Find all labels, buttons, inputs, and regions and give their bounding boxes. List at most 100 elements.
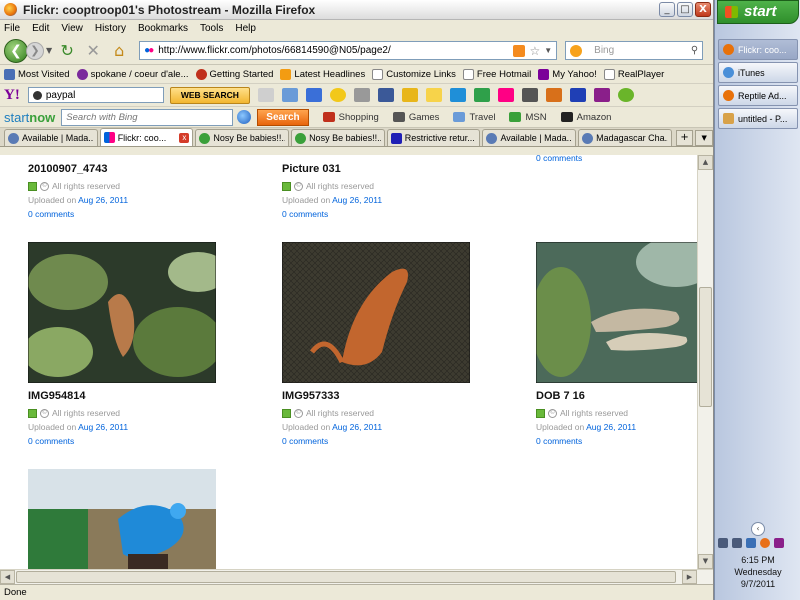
globe-icon[interactable] bbox=[237, 110, 252, 124]
stop-icon[interactable]: ✕ bbox=[83, 41, 103, 61]
taskbar-item-itunes[interactable]: iTunes bbox=[718, 62, 798, 83]
startnow-logo[interactable]: startnow bbox=[4, 110, 55, 125]
bookmark-item[interactable]: Customize Links bbox=[372, 68, 456, 80]
bookmark-item[interactable]: Free Hotmail bbox=[462, 68, 531, 80]
tab-available-madagascar-2[interactable]: Available | Mada... bbox=[482, 129, 577, 146]
antivirus-icon[interactable] bbox=[760, 538, 770, 548]
history-dropdown-icon[interactable]: ▼ bbox=[46, 46, 52, 55]
tray-app-icon[interactable] bbox=[774, 538, 784, 548]
bing-search-input[interactable] bbox=[61, 108, 234, 126]
menu-view[interactable]: View bbox=[61, 23, 83, 34]
bookmark-item[interactable]: Getting Started bbox=[195, 68, 273, 80]
minimize-button[interactable]: _ bbox=[659, 2, 675, 17]
url-dropdown-icon[interactable]: ▼ bbox=[544, 46, 552, 55]
scroll-down-icon[interactable]: ▼ bbox=[698, 554, 713, 569]
scroll-up-icon[interactable]: ▲ bbox=[698, 155, 713, 170]
amazon-link[interactable]: Amazon bbox=[560, 112, 611, 123]
bookmark-item[interactable]: Most Visited bbox=[4, 68, 70, 80]
yahoo-search-input[interactable]: paypal bbox=[27, 87, 164, 103]
toolbar-tool-icon[interactable] bbox=[569, 88, 586, 102]
home-icon[interactable]: ⌂ bbox=[109, 41, 129, 61]
upload-date-link[interactable]: Aug 26, 2011 bbox=[586, 422, 636, 432]
photo-title[interactable]: 20100907_4743 bbox=[28, 163, 228, 175]
scrollbar-thumb[interactable] bbox=[699, 287, 712, 407]
bookmark-item[interactable]: RealPlayer bbox=[603, 68, 664, 80]
travel-link[interactable]: Travel bbox=[453, 112, 495, 123]
photo-thumbnail[interactable] bbox=[28, 469, 216, 569]
settings-gear-icon[interactable] bbox=[617, 88, 634, 102]
flickr-icon[interactable] bbox=[497, 88, 514, 102]
menu-file[interactable]: File bbox=[4, 23, 20, 34]
tab-flickr[interactable]: Flickr: coo... x bbox=[99, 128, 194, 146]
tab-madagascar-chameleons[interactable]: Madagascar Cha... bbox=[578, 129, 672, 146]
new-tab-button[interactable]: + bbox=[675, 130, 694, 146]
tab-nosy-be-2[interactable]: Nosy Be babies!!... bbox=[291, 129, 385, 146]
start-button[interactable]: start bbox=[717, 0, 799, 24]
toolbar-tool-icon[interactable] bbox=[521, 88, 538, 102]
web-search-button[interactable]: WEB SEARCH bbox=[169, 86, 250, 104]
search-button[interactable]: Search bbox=[257, 108, 309, 126]
forward-button[interactable]: ❯ bbox=[26, 41, 44, 60]
toolbar-tool-icon[interactable] bbox=[281, 88, 298, 102]
menu-edit[interactable]: Edit bbox=[32, 23, 49, 34]
volume-icon[interactable] bbox=[746, 538, 756, 548]
bookmark-item[interactable]: My Yahoo! bbox=[538, 68, 597, 80]
network-icon[interactable] bbox=[718, 538, 728, 548]
photo-title[interactable]: IMG957333 bbox=[282, 390, 482, 402]
search-magnifier-icon[interactable]: ⚲ bbox=[691, 45, 698, 56]
mail-icon[interactable] bbox=[305, 88, 322, 102]
toolbar-tool-icon[interactable] bbox=[593, 88, 610, 102]
shopping-link[interactable]: Shopping bbox=[322, 112, 379, 123]
smiley-icon[interactable] bbox=[329, 88, 346, 102]
horizontal-scrollbar[interactable]: ◀ ▶ bbox=[0, 569, 713, 584]
comments-link[interactable]: 0 comments bbox=[28, 436, 228, 446]
menu-help[interactable]: Help bbox=[235, 23, 256, 34]
menu-history[interactable]: History bbox=[95, 23, 126, 34]
upload-date-link[interactable]: Aug 26, 2011 bbox=[332, 422, 382, 432]
comments-link[interactable]: 0 comments bbox=[28, 209, 228, 219]
comments-link[interactable]: 0 comments bbox=[536, 155, 697, 163]
comments-link[interactable]: 0 comments bbox=[282, 209, 482, 219]
show-hidden-icons-chevron-icon[interactable]: ‹ bbox=[751, 522, 765, 536]
taskbar-item-firefox[interactable]: Flickr: coo... bbox=[718, 39, 798, 60]
facebook-icon[interactable] bbox=[377, 88, 394, 102]
photo-thumbnail[interactable] bbox=[536, 242, 697, 383]
search-box[interactable]: Bing ⚲ bbox=[565, 41, 704, 60]
toolbar-tool-icon[interactable] bbox=[401, 88, 418, 102]
tab-restrictive-return[interactable]: Restrictive retur... bbox=[386, 129, 481, 146]
menu-bookmarks[interactable]: Bookmarks bbox=[138, 23, 188, 34]
tab-list-dropdown-icon[interactable]: ▼ bbox=[695, 130, 713, 146]
comments-link[interactable]: 0 comments bbox=[536, 436, 697, 446]
taskbar-item-paint[interactable]: untitled - P... bbox=[718, 108, 798, 129]
taskbar-clock[interactable]: 6:15 PM Wednesday 9/7/2011 bbox=[715, 554, 800, 590]
scrollbar-thumb[interactable] bbox=[16, 571, 676, 583]
games-link[interactable]: Games bbox=[392, 112, 439, 123]
toolbar-tool-icon[interactable] bbox=[257, 88, 274, 102]
toolbar-tool-icon[interactable] bbox=[425, 88, 442, 102]
photo-thumbnail[interactable] bbox=[282, 242, 470, 383]
search-engine-icon[interactable] bbox=[570, 44, 583, 57]
upload-date-link[interactable]: Aug 26, 2011 bbox=[78, 422, 128, 432]
toolbar-tool-icon[interactable] bbox=[473, 88, 490, 102]
vertical-scrollbar[interactable]: ▲ ▼ bbox=[697, 155, 713, 569]
tab-nosy-be-1[interactable]: Nosy Be babies!!... bbox=[195, 129, 290, 146]
url-bar[interactable]: ●● http://www.flickr.com/photos/66814590… bbox=[139, 41, 558, 60]
tab-available-madagascar[interactable]: Available | Mada... bbox=[4, 129, 98, 146]
photo-title[interactable]: IMG954814 bbox=[28, 390, 228, 402]
scroll-left-icon[interactable]: ◀ bbox=[0, 570, 15, 584]
bookmark-item[interactable]: Latest Headlines bbox=[280, 68, 365, 80]
upload-date-link[interactable]: Aug 26, 2011 bbox=[78, 195, 128, 205]
upload-date-link[interactable]: Aug 26, 2011 bbox=[332, 195, 382, 205]
scroll-right-icon[interactable]: ▶ bbox=[682, 570, 697, 584]
toolbar-tool-icon[interactable] bbox=[545, 88, 562, 102]
close-tab-icon[interactable]: x bbox=[179, 132, 190, 143]
photo-title[interactable]: DOB 7 16 bbox=[536, 390, 697, 402]
bookmark-item[interactable]: spokane / coeur d'ale... bbox=[76, 68, 189, 80]
network-icon[interactable] bbox=[732, 538, 742, 548]
bookmark-star-icon[interactable]: ☆ bbox=[529, 44, 540, 58]
yahoo-logo[interactable]: Y! bbox=[4, 87, 20, 104]
photo-title[interactable]: Picture 031 bbox=[282, 163, 482, 175]
taskbar-item-reptile[interactable]: Reptile Ad... bbox=[718, 85, 798, 106]
back-button[interactable]: ❮ bbox=[4, 38, 28, 63]
msn-link[interactable]: MSN bbox=[509, 112, 547, 123]
